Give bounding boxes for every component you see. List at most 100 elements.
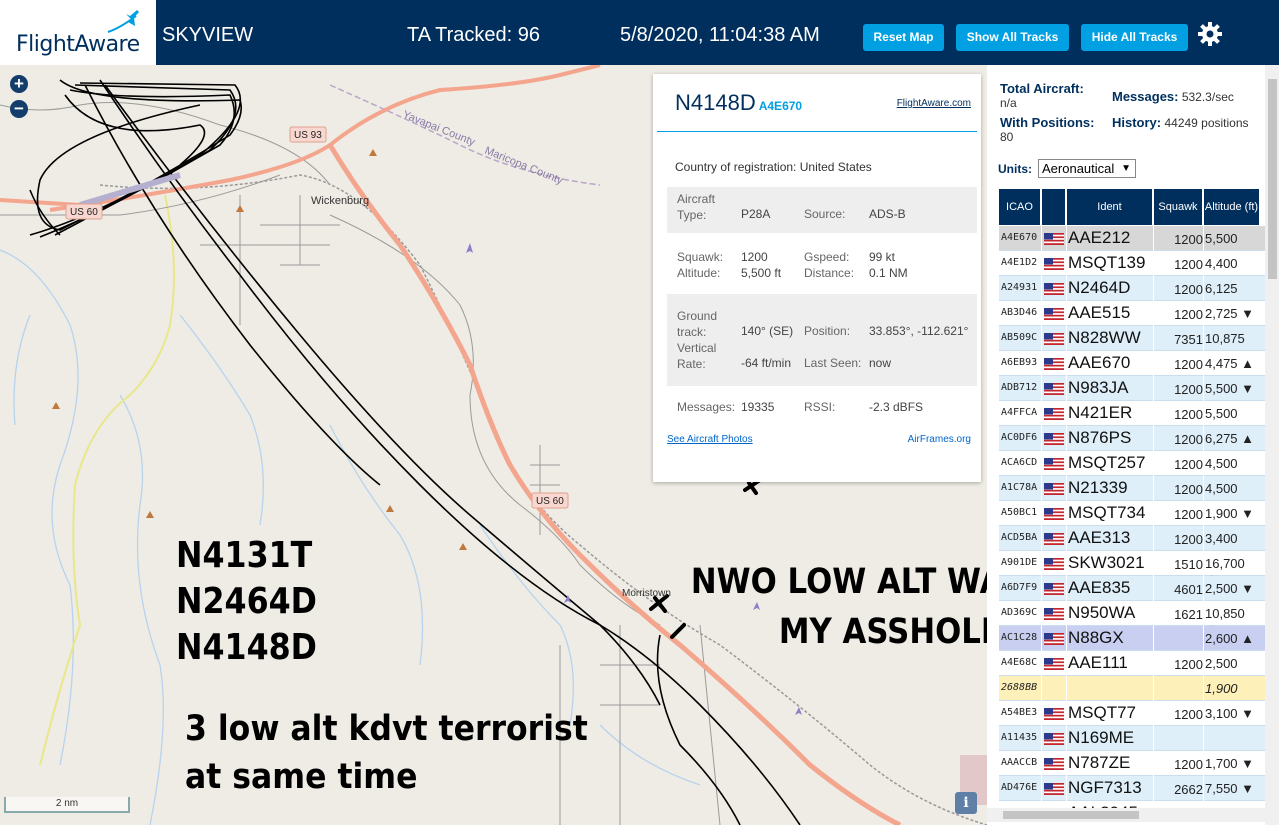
table-row[interactable]: A6EB93 AAE670 1200 4,475 ▲ — [999, 351, 1265, 376]
row-ident: N2464D — [1068, 278, 1131, 297]
row-altitude: 7,550 ▼ — [1205, 781, 1255, 796]
info-button[interactable]: i — [955, 792, 977, 814]
show-all-tracks-button[interactable]: Show All Tracks — [956, 24, 1069, 51]
us-flag-icon — [1044, 382, 1064, 395]
table-row[interactable]: AB3D46 AAE515 1200 2,725 ▼ — [999, 301, 1265, 326]
column-divider — [1041, 676, 1042, 701]
column-ident[interactable]: Ident — [1067, 189, 1153, 225]
us-flag-icon — [1044, 582, 1064, 595]
column-divider — [1203, 226, 1204, 251]
column-divider — [1041, 451, 1042, 476]
column-divider — [1203, 626, 1204, 651]
distance-label: Distance: — [804, 266, 855, 280]
table-row[interactable]: AAACCB N787ZE 1200 1,700 ▼ — [999, 751, 1265, 776]
row-icao: AB509C — [1001, 332, 1038, 343]
flightaware-logo[interactable]: FlightAware — [0, 0, 156, 65]
table-row[interactable]: A901DESKW3021151016,700 ▲ — [999, 551, 1265, 586]
table-row[interactable]: A54BE3 MSQT77 1200 3,100 ▼ — [999, 701, 1265, 726]
column-divider — [1066, 676, 1067, 701]
popup-header: N4148D A4E670 FlightAware.com — [657, 74, 977, 132]
annotation-terror-line-2: at same time — [185, 757, 418, 797]
column-divider — [1041, 776, 1042, 801]
column-divider — [1153, 551, 1154, 576]
table-row[interactable]: A1C78A N21339 1200 4,500 — [999, 476, 1265, 501]
column-divider — [1041, 426, 1042, 451]
popup-block-track: Ground track: 140° (SE) Position: 33.853… — [667, 294, 977, 386]
us-flag-icon — [1044, 732, 1064, 745]
column-divider — [1066, 351, 1067, 376]
row-squawk: 1200 — [1174, 482, 1203, 497]
column-icao[interactable]: ICAO — [999, 189, 1041, 225]
column-divider — [1066, 501, 1067, 526]
table-row[interactable]: ACA6CD MSQT257 1200 4,500 — [999, 451, 1265, 476]
table-row[interactable]: ACD5BA AAE313 1200 3,400 — [999, 526, 1265, 551]
column-divider — [1041, 401, 1042, 426]
column-divider — [1203, 676, 1204, 701]
row-ident: MSQT139 — [1068, 253, 1146, 272]
aircraft-sidebar: Total Aircraft: n/a With Positions: 80 M… — [987, 65, 1279, 825]
units-select[interactable]: Aeronautical ▼ — [1038, 159, 1136, 178]
table-row[interactable]: AB509C N828WW 7351 10,875 — [999, 326, 1265, 351]
table-row[interactable]: A24931 N2464D 1200 6,125 — [999, 276, 1265, 301]
column-flag[interactable] — [1042, 189, 1066, 225]
table-row[interactable]: AD369CN950WA162110,850 ▲ — [999, 601, 1265, 636]
column-divider — [1041, 326, 1042, 351]
column-divider — [1041, 351, 1042, 376]
table-row[interactable]: A4E670 AAE212 1200 5,500 — [999, 226, 1265, 251]
popup-ident-text: N4148D — [675, 90, 756, 115]
row-altitude: 2,600 ▲ — [1205, 631, 1255, 646]
annotation-reg-2: N2464D — [176, 581, 317, 622]
row-squawk: 1200 — [1174, 757, 1203, 772]
column-divider — [1041, 276, 1042, 301]
zoom-out-button[interactable]: − — [10, 100, 28, 118]
table-row[interactable]: A50BC1 MSQT734 1200 1,900 ▼ — [999, 501, 1265, 526]
row-ident: N983JA — [1068, 378, 1129, 397]
row-squawk: 1200 — [1174, 257, 1203, 272]
column-divider — [1153, 576, 1154, 601]
annotation-reg-3: N4148D — [176, 627, 317, 668]
row-altitude: 2,500 ▼ — [1205, 581, 1255, 596]
last-seen-value: now — [869, 356, 892, 370]
column-divider — [1153, 276, 1154, 301]
airframes-link[interactable]: AirFrames.org — [908, 434, 971, 445]
morristown-label: Morristown — [622, 588, 671, 599]
flightaware-link[interactable]: FlightAware.com — [897, 98, 971, 109]
zoom-in-button[interactable]: + — [10, 75, 28, 93]
vertical-scroll-thumb[interactable] — [1268, 79, 1277, 279]
messages-label: Messages: — [677, 400, 736, 414]
row-icao: A50BC1 — [1001, 507, 1038, 518]
row-ident: N21339 — [1068, 478, 1128, 497]
column-divider — [1041, 751, 1042, 776]
hide-all-tracks-button[interactable]: Hide All Tracks — [1081, 24, 1188, 51]
horizontal-scroll-thumb[interactable] — [1003, 811, 1139, 819]
aircraft-photos-link[interactable]: See Aircraft Photos — [667, 434, 753, 445]
column-divider — [1203, 776, 1204, 801]
row-squawk: 1200 — [1174, 282, 1203, 297]
us-flag-icon — [1044, 632, 1064, 645]
table-row[interactable]: A6D7F9 AAE835 4601 2,500 ▼ — [999, 576, 1265, 601]
table-row[interactable]: A4FFCA N421ER 1200 5,500 — [999, 401, 1265, 426]
table-row[interactable]: 2688BB 1,900 — [999, 676, 1265, 701]
with-positions-stat: With Positions: 80 — [1000, 116, 1110, 145]
column-divider — [1153, 451, 1154, 476]
us-flag-icon — [1044, 432, 1064, 445]
table-row[interactable]: A4E68C AAE111 1200 2,500 — [999, 651, 1265, 676]
row-ident: MSQT257 — [1068, 453, 1146, 472]
row-ident: N828WW — [1068, 328, 1141, 347]
table-row[interactable]: AC1C28 N88GX 2,600 ▲ — [999, 626, 1265, 651]
column-divider — [1153, 501, 1154, 526]
table-row[interactable]: AC0DF6 N876PS 1200 6,275 ▲ — [999, 426, 1265, 451]
column-divider — [1153, 601, 1154, 626]
table-row[interactable]: A11435 N169ME — [999, 726, 1265, 751]
reset-map-button[interactable]: Reset Map — [863, 24, 944, 51]
column-altitude[interactable]: Altitude (ft) — [1204, 189, 1260, 225]
row-altitude: 4,400 — [1205, 256, 1238, 271]
column-divider — [1153, 226, 1154, 251]
table-row[interactable]: AD476E NGF7313 2662 7,550 ▼ — [999, 776, 1265, 801]
row-squawk: 1200 — [1174, 432, 1203, 447]
yavapai-county-label: Yavapai County — [401, 109, 477, 149]
gear-icon[interactable] — [1198, 22, 1222, 46]
column-squawk[interactable]: Squawk — [1154, 189, 1203, 225]
table-row[interactable]: ADB712 N983JA 1200 5,500 ▼ — [999, 376, 1265, 401]
table-row[interactable]: A4E1D2 MSQT139 1200 4,400 — [999, 251, 1265, 276]
